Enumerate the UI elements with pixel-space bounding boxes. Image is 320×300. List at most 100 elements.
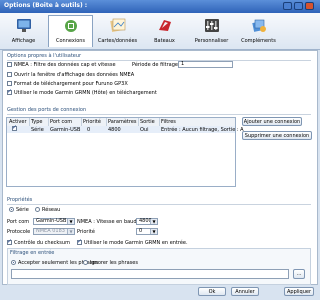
- priority-label: Priorité: [77, 229, 95, 235]
- col-separator: [159, 118, 160, 126]
- chevron-down-icon: ▼: [67, 229, 74, 234]
- connections-panel: Options propres à l'utilisateur NMEA : F…: [2, 50, 318, 285]
- window-title: Options (Boite à outils) :: [4, 2, 88, 9]
- title-bar: Options (Boite à outils) :: [0, 0, 320, 13]
- network-radio[interactable]: [35, 207, 40, 212]
- nmea-filter-checkbox[interactable]: [7, 62, 12, 67]
- enable-connection-checkbox[interactable]: [12, 124, 17, 131]
- garmin-input-row: Utiliser le mode Garmin GRMN en entrée.: [77, 238, 188, 246]
- chevron-down-icon: ▼: [67, 219, 74, 224]
- protocol-select[interactable]: NMEA 0183 ▼: [33, 228, 75, 235]
- col-separator: [81, 118, 82, 126]
- nmea-window-label: Ouvrir la fenêtre d'affichage des donnée…: [14, 72, 135, 78]
- divider: [7, 60, 311, 61]
- col-separator: [106, 118, 107, 126]
- network-option: Réseau: [35, 207, 60, 213]
- serial-radio[interactable]: [9, 207, 14, 212]
- nmea-window-checkbox[interactable]: [7, 72, 12, 77]
- tab-complements[interactable]: Compléments: [236, 15, 281, 47]
- remove-connection-button[interactable]: Supprimer une connexion: [242, 131, 312, 140]
- col-separator: [29, 118, 30, 126]
- minimize-icon[interactable]: [283, 2, 292, 10]
- user-options-heading: Options propres à l'utilisateur: [7, 53, 82, 59]
- close-icon[interactable]: [305, 2, 314, 10]
- tab-cartes-donnees[interactable]: Cartes/données: [95, 15, 140, 47]
- table-cell: Entrée : Aucun filtrage, Sortie : A: [161, 127, 244, 133]
- add-connection-button[interactable]: Ajouter une connexion: [242, 117, 302, 126]
- ignore-label: Ignorer les phrases: [90, 260, 138, 266]
- tab-connexions[interactable]: Connexions: [48, 15, 93, 47]
- ignore-option: Ignorer les phrases: [83, 260, 138, 266]
- input-filter-group: Filtrage en entrée Accepter seulement le…: [7, 248, 311, 285]
- garmin-host-label: Utiliser le mode Garmin GRMN (Hôte) en t…: [14, 90, 157, 96]
- nmea-filter-row: NMEA : Filtre des données cap et vitesse: [7, 62, 116, 68]
- garmin-host-checkbox[interactable]: [7, 88, 12, 95]
- port-select[interactable]: Garmin-USB ▼: [33, 218, 75, 225]
- ok-button[interactable]: Ok: [198, 287, 226, 296]
- chevron-down-icon: ▼: [150, 229, 157, 234]
- apply-button[interactable]: Appliquer: [284, 287, 314, 296]
- port-select-value: Garmin-USB: [36, 218, 67, 224]
- sentence-filter-more-button[interactable]: ...: [293, 269, 305, 279]
- network-label: Réseau: [42, 207, 61, 213]
- port-label: Port com: [7, 219, 30, 225]
- protocol-select-value: NMEA 0183: [36, 228, 65, 234]
- maximize-icon[interactable]: [294, 2, 303, 10]
- table-cell: Série: [31, 127, 44, 133]
- col-separator: [138, 118, 139, 126]
- col-port: Port com: [50, 119, 73, 125]
- table-cell: 4800: [108, 127, 121, 133]
- col-type: Type: [31, 119, 43, 125]
- serial-label: Série: [16, 207, 29, 213]
- furuno-row: Format de téléchargement pour Furuno GP3…: [7, 81, 128, 87]
- options-toolbar: Affichage Connexions Cartes/données Bate…: [0, 13, 320, 50]
- input-filter-heading: Filtrage en entrée: [10, 250, 55, 256]
- charts-data-icon: [109, 18, 125, 32]
- col-parametres: Paramètres: [108, 119, 137, 125]
- table-row[interactable]: Série Garmin-USB 0 4800 Oui Entrée : Auc…: [7, 124, 244, 133]
- connections-table: Activer Type Port com Priorité Paramètre…: [6, 117, 244, 187]
- checksum-row: Contrôle du checksum: [7, 238, 70, 246]
- garmin-host-row: Utiliser le mode Garmin GRMN (Hôte) en t…: [7, 88, 157, 96]
- customize-icon: [204, 19, 219, 32]
- ports-heading: Gestion des ports de connexion: [7, 107, 87, 113]
- addons-icon: [251, 19, 266, 32]
- sentence-filter-input[interactable]: [11, 269, 289, 279]
- nmea-window-row: Ouvrir la fenêtre d'affichage des donnée…: [7, 72, 134, 78]
- display-icon: [16, 19, 31, 32]
- priority-select[interactable]: 0 ▼: [136, 228, 158, 235]
- connection-icon: [64, 20, 77, 32]
- garmin-input-checkbox[interactable]: [77, 238, 82, 245]
- table-cell: 0: [87, 127, 91, 133]
- serial-option: Série: [9, 207, 29, 213]
- checksum-label: Contrôle du checksum: [14, 240, 70, 246]
- baud-label: NMEA : Vitesse en baud: [77, 219, 137, 225]
- tab-personnaliser[interactable]: Personnaliser: [189, 15, 234, 47]
- chevron-down-icon: ▼: [150, 219, 157, 224]
- filter-period-input[interactable]: 1: [178, 61, 233, 68]
- table-cell: Oui: [140, 127, 149, 133]
- nmea-filter-label: NMEA : Filtre des données cap et vitesse: [14, 62, 116, 68]
- accept-radio[interactable]: [11, 260, 16, 265]
- furuno-label: Format de téléchargement pour Furuno GP3…: [14, 81, 128, 87]
- checksum-checkbox[interactable]: [7, 238, 12, 245]
- divider: [7, 204, 311, 205]
- col-separator: [48, 118, 49, 126]
- ignore-radio[interactable]: [83, 260, 88, 265]
- cancel-button[interactable]: Annuler: [231, 287, 259, 296]
- garmin-input-label: Utiliser le mode Garmin GRMN en entrée.: [84, 240, 188, 246]
- properties-heading: Propriétés: [7, 197, 33, 203]
- boat-icon: [158, 20, 171, 31]
- table-cell: Garmin-USB: [50, 127, 81, 133]
- tab-affichage[interactable]: Affichage: [1, 15, 46, 47]
- table-cell: [12, 124, 19, 132]
- col-filtres: Filtres: [161, 119, 176, 125]
- tab-bateaux[interactable]: Bateaux: [142, 15, 187, 47]
- furuno-checkbox[interactable]: [7, 81, 12, 86]
- col-priorite: Priorité: [83, 119, 101, 125]
- priority-select-value: 0: [139, 228, 143, 234]
- baud-select[interactable]: 4800 ▼: [136, 218, 158, 225]
- col-sortie: Sortie: [140, 119, 155, 125]
- divider: [7, 114, 311, 115]
- protocol-label: Protocole: [7, 229, 31, 235]
